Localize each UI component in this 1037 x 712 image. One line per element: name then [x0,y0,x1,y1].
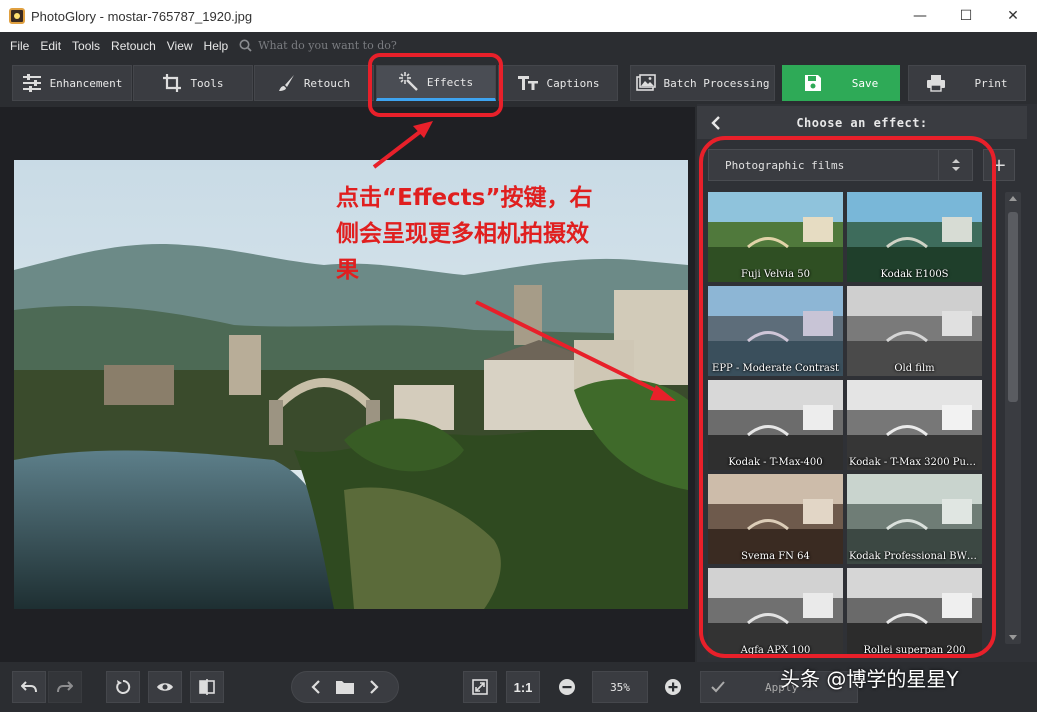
annotation-arrows [372,121,676,401]
annotation-text: 点击“Effects”按键，右侧会呈现更多相机拍摄效果 [336,185,593,283]
watermark: 头条 @博学的星星Y [780,667,959,691]
